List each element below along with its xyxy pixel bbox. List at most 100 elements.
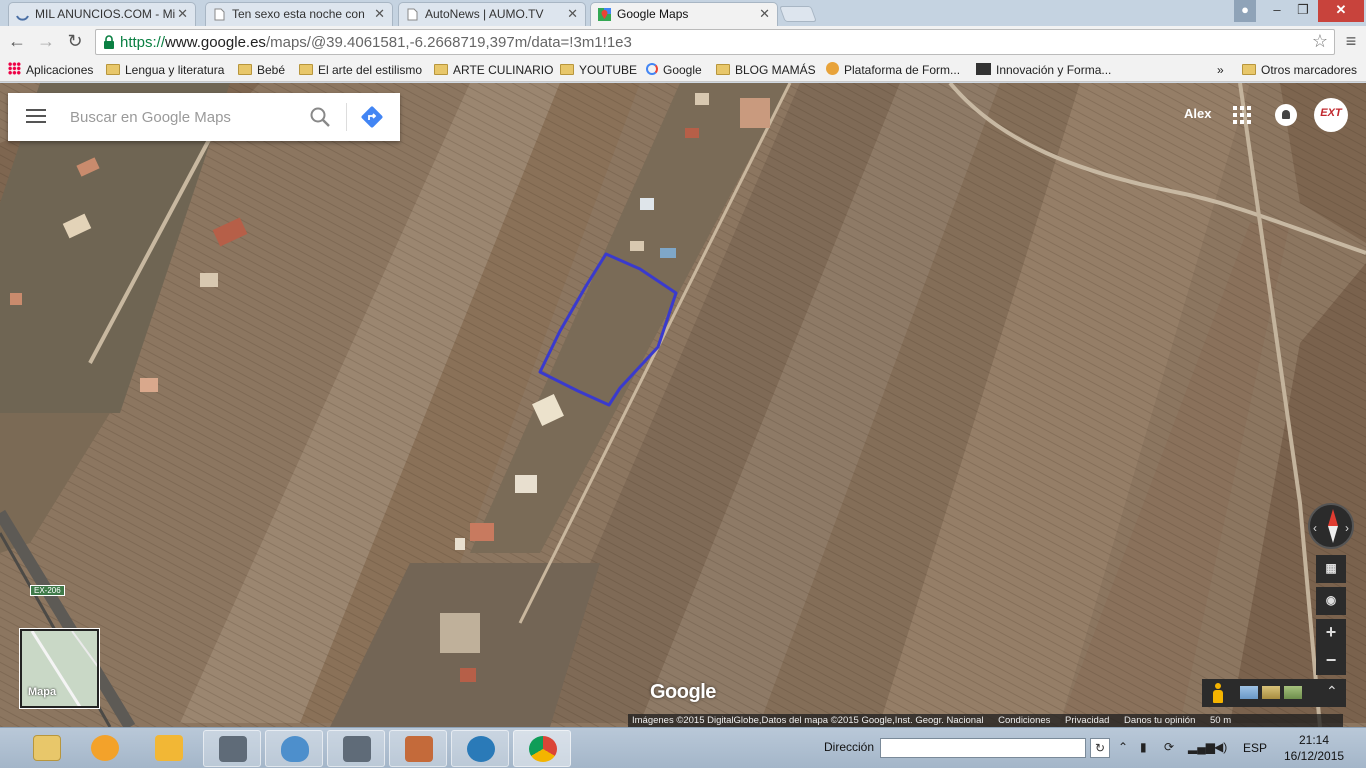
taskbar-window-button[interactable]: [327, 730, 385, 767]
shield-icon: [281, 736, 309, 762]
new-tab-button[interactable]: [779, 6, 817, 22]
bookmark-star-icon[interactable]: ☆: [1312, 31, 1328, 52]
bookmark-plataforma[interactable]: Plataforma de Form...: [826, 62, 960, 78]
volume-icon[interactable]: ◀): [1214, 740, 1227, 754]
page-icon: [214, 8, 225, 21]
close-tab-icon[interactable]: ✕: [374, 3, 385, 25]
tab-autonews[interactable]: AutoNews | AUMO.TV ✕: [398, 2, 586, 26]
maximize-icon[interactable]: ❐: [1290, 0, 1316, 22]
app-icon: [405, 736, 433, 762]
page-icon: [407, 8, 418, 21]
avatar[interactable]: EXT: [1314, 98, 1348, 132]
taskbar-window-button[interactable]: [203, 730, 261, 767]
explorer-taskbar-button[interactable]: [18, 730, 76, 767]
bookmark-otros-marcadores[interactable]: Otros marcadores: [1242, 62, 1357, 78]
bookmark-youtube[interactable]: YOUTUBE: [560, 62, 637, 78]
language-indicator[interactable]: ESP: [1243, 741, 1267, 755]
folder-icon: [33, 735, 61, 761]
chrome-icon: [529, 736, 557, 762]
bookmark-innovacion[interactable]: Innovación y Forma...: [976, 62, 1111, 78]
close-tab-icon[interactable]: ✕: [759, 3, 770, 25]
bookmark-label: El arte del estilismo: [318, 63, 423, 77]
search-input[interactable]: [70, 105, 300, 129]
bookmark-label: Lengua y literatura: [125, 63, 225, 77]
outlook-taskbar-button[interactable]: [140, 730, 198, 767]
google-apps-icon[interactable]: [1233, 106, 1251, 124]
hp-taskbar-button[interactable]: [451, 730, 509, 767]
chrome-menu-icon[interactable]: ≡: [1341, 30, 1361, 52]
privacy-link[interactable]: Privacidad: [1065, 715, 1109, 726]
road-label: EX-206: [30, 585, 65, 596]
expand-icon[interactable]: ⌃: [1326, 683, 1338, 700]
close-window-icon[interactable]: ✕: [1318, 0, 1364, 22]
close-tab-icon[interactable]: ✕: [567, 3, 578, 25]
address-refresh-icon[interactable]: ↻: [1090, 738, 1110, 758]
bookmark-label: Innovación y Forma...: [996, 63, 1112, 77]
map-type-toggle[interactable]: Mapa: [20, 629, 99, 708]
zoom-in-button[interactable]: +: [1316, 619, 1346, 647]
tab-title: Ten sexo esta noche con: [232, 7, 365, 21]
compass-control[interactable]: ‹ ›: [1308, 503, 1354, 549]
imagery-bar: ⌃: [1202, 679, 1346, 707]
chrome-taskbar-button[interactable]: [513, 730, 571, 767]
pegman-icon[interactable]: [1212, 683, 1224, 703]
lock-icon: [104, 35, 114, 49]
minimize-icon[interactable]: –: [1264, 0, 1290, 22]
folder-icon: [1242, 64, 1256, 75]
bookmark-estilismo[interactable]: El arte del estilismo: [299, 62, 422, 78]
bookmark-blog-mamas[interactable]: BLOG MAMÁS: [716, 62, 816, 78]
search-icon[interactable]: [308, 105, 332, 129]
rotate-right-icon[interactable]: ›: [1345, 521, 1349, 535]
bookmark-lengua[interactable]: Lengua y literatura: [106, 62, 224, 78]
system-clock[interactable]: 21:14 16/12/2015: [1284, 732, 1344, 764]
feedback-link[interactable]: Danos tu opinión: [1124, 715, 1195, 726]
show-hidden-icons[interactable]: ⌃: [1118, 740, 1128, 754]
folder-icon: [434, 64, 448, 75]
back-icon[interactable]: ←: [5, 30, 29, 54]
media-player-taskbar-button[interactable]: [76, 730, 134, 767]
tab-milanuncios[interactable]: MIL ANUNCIOS.COM - Mi ✕: [8, 2, 196, 26]
forward-icon[interactable]: →: [34, 30, 58, 54]
windows-taskbar: Dirección ↻ ⌃ ▮ ⟳ ▂▄▆ ◀) ESP 21:14 16/12…: [0, 727, 1366, 768]
terms-link[interactable]: Condiciones: [998, 715, 1050, 726]
my-location-icon[interactable]: ◉: [1316, 587, 1346, 615]
rotate-left-icon[interactable]: ‹: [1313, 521, 1317, 535]
imagery-thumbnail-icon[interactable]: [1284, 686, 1302, 699]
tab-ten-sexo[interactable]: Ten sexo esta noche con ✕: [205, 2, 393, 26]
address-toolbar-input[interactable]: [880, 738, 1086, 758]
reload-icon[interactable]: ↻: [63, 30, 87, 54]
notifications-icon[interactable]: [1275, 104, 1297, 126]
bookmark-aplicaciones[interactable]: Aplicaciones: [8, 62, 93, 78]
zoom-out-button[interactable]: −: [1316, 647, 1346, 675]
antivirus-taskbar-button[interactable]: [265, 730, 323, 767]
media-player-icon: [91, 735, 119, 761]
bookmark-arte-culinario[interactable]: ARTE CULINARIO: [434, 62, 553, 78]
clock-time: 21:14: [1298, 733, 1330, 747]
sync-icon[interactable]: ⟳: [1164, 740, 1174, 754]
bookmarks-overflow-button[interactable]: »: [1217, 62, 1224, 78]
bookmark-bebe[interactable]: Bebé: [238, 62, 285, 78]
tilt-icon[interactable]: ▦: [1316, 555, 1346, 583]
tab-google-maps[interactable]: Google Maps ✕: [590, 2, 778, 27]
menu-icon[interactable]: [26, 109, 46, 123]
user-icon[interactable]: ●: [1234, 0, 1256, 22]
map-canvas[interactable]: Alex EXT EX-206 Mapa Google ‹ › ▦ ◉ + − …: [0, 83, 1366, 727]
close-tab-icon[interactable]: ✕: [177, 3, 188, 25]
bookmark-label: Google: [663, 63, 702, 77]
battery-icon[interactable]: ▮: [1140, 740, 1147, 754]
taskbar-window-button[interactable]: [389, 730, 447, 767]
address-bar[interactable]: https://www.google.es/maps/@39.4061581,-…: [95, 29, 1335, 55]
hp-icon: [467, 736, 495, 762]
network-icon[interactable]: ▂▄▆: [1188, 740, 1215, 754]
bookmark-google[interactable]: Google: [646, 62, 702, 78]
imagery-thumbnail-icon[interactable]: [1240, 686, 1258, 699]
account-name[interactable]: Alex: [1184, 106, 1211, 121]
bookmark-label: YOUTUBE: [579, 63, 638, 77]
google-maps-icon: [598, 8, 611, 21]
app-icon: [219, 736, 247, 762]
directions-icon[interactable]: [360, 105, 384, 129]
imagery-thumbnail-icon[interactable]: [1262, 686, 1280, 699]
compass-north-icon: [1328, 509, 1338, 526]
search-divider: [346, 103, 347, 131]
site-icon: [826, 62, 839, 75]
